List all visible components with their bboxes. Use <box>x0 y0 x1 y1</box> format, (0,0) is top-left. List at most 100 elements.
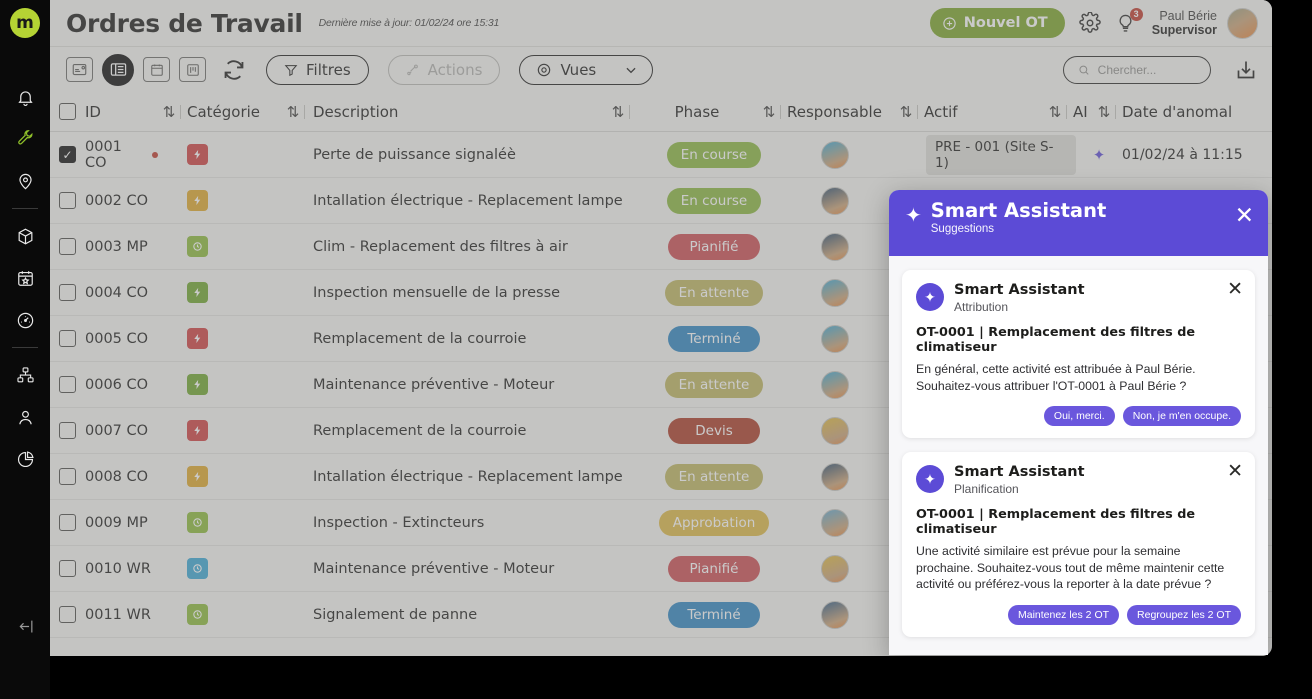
row-phase[interactable]: Devis <box>653 417 775 444</box>
search-box[interactable] <box>1063 55 1211 84</box>
sort-actif-icon[interactable]: ⇅ <box>1044 103 1066 121</box>
sort-category-icon[interactable]: ⇅ <box>282 103 304 121</box>
row-responsable[interactable] <box>804 600 866 629</box>
avatar[interactable] <box>821 370 849 399</box>
row-checkbox[interactable] <box>59 606 76 623</box>
row-phase[interactable]: Pianifié <box>653 233 775 260</box>
suggestions-button[interactable]: 3 <box>1115 7 1143 34</box>
new-work-order-button[interactable]: Nouvel OT <box>929 8 1065 38</box>
app-logo[interactable]: m <box>10 8 40 38</box>
card-action-button[interactable]: Regroupez les 2 OT <box>1127 604 1241 625</box>
select-all-checkbox[interactable] <box>59 103 76 120</box>
avatar[interactable] <box>821 232 849 261</box>
row-responsable[interactable] <box>804 324 866 353</box>
row-ai[interactable]: ✦ <box>1076 146 1122 164</box>
card-action-button[interactable]: Oui, merci. <box>1043 406 1115 427</box>
avatar[interactable] <box>1227 7 1258 39</box>
sidebar-collapse-button[interactable] <box>0 605 50 647</box>
row-checkbox[interactable] <box>59 560 76 577</box>
avatar[interactable] <box>821 278 849 307</box>
card-action-button[interactable]: Maintenez les 2 OT <box>1007 604 1120 625</box>
filters-button[interactable]: Filtres <box>266 54 369 85</box>
col-actif[interactable]: Actif <box>924 103 1044 121</box>
avatar[interactable] <box>821 554 849 583</box>
sort-id-icon[interactable]: ⇅ <box>158 103 180 121</box>
row-responsable[interactable] <box>804 462 866 491</box>
row-select-cell[interactable] <box>50 560 85 577</box>
sidebar-item-sites[interactable] <box>0 160 50 202</box>
assistant-close-button[interactable]: ✕ <box>1235 204 1254 227</box>
row-checkbox[interactable] <box>59 422 76 439</box>
row-select-cell[interactable] <box>50 376 85 393</box>
sidebar-item-users[interactable] <box>0 396 50 438</box>
calendar-view-icon[interactable] <box>143 57 170 82</box>
row-select-cell[interactable] <box>50 422 85 439</box>
row-responsable[interactable] <box>804 416 866 445</box>
row-responsable[interactable] <box>804 370 866 399</box>
sidebar-item-assets[interactable] <box>0 215 50 257</box>
avatar[interactable] <box>821 140 849 169</box>
row-phase[interactable]: Pianifié <box>653 555 775 582</box>
asset-chip[interactable]: PRE - 001 (Site S-1) <box>926 134 1076 175</box>
select-all-cell[interactable] <box>50 103 85 120</box>
row-phase[interactable]: En course <box>653 187 775 214</box>
row-phase[interactable]: Terminé <box>653 325 775 352</box>
sort-responsable-icon[interactable]: ⇅ <box>895 103 917 121</box>
card-close-button[interactable]: ✕ <box>1227 280 1243 299</box>
row-responsable[interactable] <box>804 554 866 583</box>
row-responsable[interactable] <box>804 278 866 307</box>
settings-button[interactable] <box>1078 12 1101 34</box>
refresh-button[interactable] <box>221 57 247 83</box>
row-checkbox[interactable] <box>59 238 76 255</box>
sidebar-item-reports[interactable] <box>0 438 50 480</box>
col-category[interactable]: Catégorie <box>187 103 282 121</box>
row-responsable[interactable] <box>804 186 866 215</box>
card-view-icon[interactable] <box>66 57 93 82</box>
sidebar-item-performance[interactable] <box>0 299 50 341</box>
avatar[interactable] <box>821 416 849 445</box>
row-phase[interactable]: Approbation <box>653 509 775 536</box>
actions-button[interactable]: Actions <box>387 54 501 85</box>
row-select-cell[interactable] <box>50 238 85 255</box>
card-action-button[interactable]: Non, je m'en occupe. <box>1122 406 1241 427</box>
row-select-cell[interactable] <box>50 146 85 163</box>
row-select-cell[interactable] <box>50 514 85 531</box>
sidebar-item-maintenance[interactable] <box>0 118 50 160</box>
row-checkbox[interactable] <box>59 330 76 347</box>
avatar[interactable] <box>821 462 849 491</box>
col-date[interactable]: Date d'anomal <box>1122 103 1272 121</box>
row-select-cell[interactable] <box>50 606 85 623</box>
row-checkbox[interactable] <box>59 146 76 163</box>
export-button[interactable] <box>1234 58 1258 82</box>
col-phase[interactable]: Phase <box>636 103 758 121</box>
row-phase[interactable]: En attente <box>653 279 775 306</box>
avatar[interactable] <box>821 186 849 215</box>
col-responsable[interactable]: Responsable <box>787 103 895 121</box>
row-checkbox[interactable] <box>59 468 76 485</box>
row-phase[interactable]: Terminé <box>653 601 775 628</box>
row-phase[interactable]: En course <box>653 141 775 168</box>
user-info[interactable]: Paul Bérie Supervisor <box>1152 9 1217 38</box>
row-phase[interactable]: En attente <box>653 371 775 398</box>
search-input[interactable] <box>1097 62 1196 77</box>
avatar[interactable] <box>821 324 849 353</box>
row-checkbox[interactable] <box>59 192 76 209</box>
row-checkbox[interactable] <box>59 284 76 301</box>
row-checkbox[interactable] <box>59 514 76 531</box>
avatar[interactable] <box>821 600 849 629</box>
card-close-button[interactable]: ✕ <box>1227 462 1243 481</box>
sidebar-item-planning[interactable] <box>0 257 50 299</box>
views-button[interactable]: Vues <box>519 54 654 85</box>
row-select-cell[interactable] <box>50 468 85 485</box>
sort-phase-icon[interactable]: ⇅ <box>758 103 780 121</box>
sort-ai-icon[interactable]: ⇅ <box>1093 103 1115 121</box>
kanban-view-icon[interactable] <box>179 57 206 82</box>
col-ai[interactable]: AI <box>1073 103 1093 121</box>
sidebar-item-notifications[interactable] <box>0 76 50 118</box>
row-select-cell[interactable] <box>50 284 85 301</box>
avatar[interactable] <box>821 508 849 537</box>
table-row[interactable]: 0001 CO Perte de puissance signaléè En cou… <box>50 132 1272 178</box>
row-select-cell[interactable] <box>50 330 85 347</box>
col-id[interactable]: ID <box>85 103 158 121</box>
list-view-icon[interactable] <box>102 53 134 86</box>
